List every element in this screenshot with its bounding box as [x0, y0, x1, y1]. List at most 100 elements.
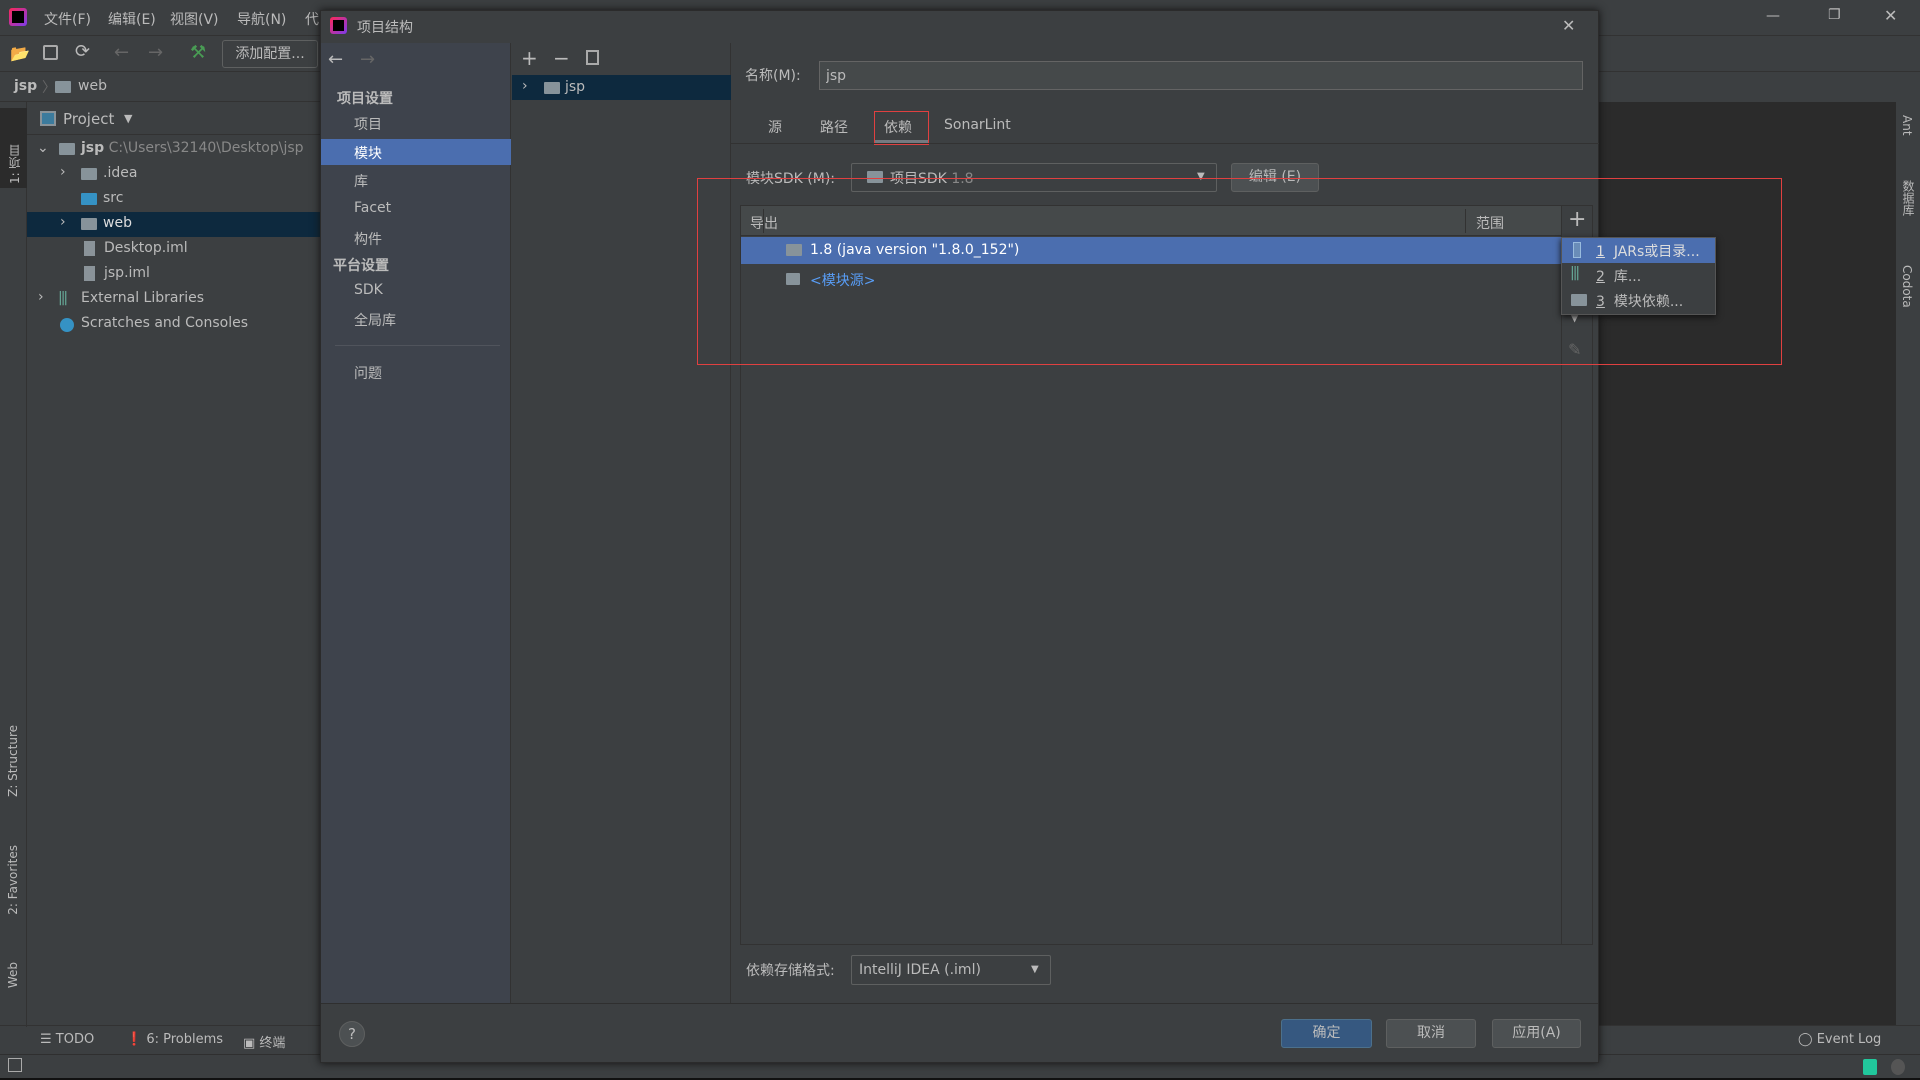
menu-edit[interactable]: 编辑(E)	[108, 9, 156, 29]
todo-label: TODO	[55, 1032, 95, 1047]
tool-web[interactable]: Web	[6, 962, 20, 988]
open-icon[interactable]: 📂	[10, 44, 30, 63]
web-folder-icon	[81, 218, 97, 230]
restore-icon[interactable]: ❐	[1828, 7, 1841, 23]
intellij-logo-icon	[9, 8, 27, 26]
notification-icon[interactable]	[1891, 1059, 1905, 1075]
nav-item-problems[interactable]: 问题	[354, 363, 382, 383]
project-view-icon	[40, 111, 56, 126]
dialog-nav-panel	[321, 43, 511, 1003]
intellij-logo-icon	[330, 17, 347, 34]
expand-chevron-icon[interactable]: ›	[522, 78, 528, 94]
nav-back-icon[interactable]: ←	[328, 49, 343, 70]
tool-structure[interactable]: Z: Structure	[6, 725, 20, 797]
module-label: jsp	[565, 79, 586, 95]
footer-divider	[321, 1003, 1598, 1004]
highlight-box	[697, 178, 1782, 365]
tab-sonarlint[interactable]: SonarLint	[944, 117, 1011, 133]
expand-chevron-icon[interactable]: ⌄	[37, 140, 49, 156]
help-button[interactable]: ?	[339, 1021, 365, 1047]
breadcrumb-jsp[interactable]: jsp	[14, 78, 37, 94]
nav-item-global-libraries[interactable]: 全局库	[354, 310, 396, 330]
dialog-title: 项目结构	[357, 20, 413, 36]
libraries-icon: |||	[58, 290, 68, 306]
tree-item-external-libraries[interactable]: External Libraries	[81, 290, 204, 306]
add-configuration-button[interactable]: 添加配置...	[222, 40, 318, 68]
dialog-close-icon[interactable]: ✕	[1562, 16, 1575, 35]
tree-label: jsp	[81, 140, 105, 156]
back-icon[interactable]: ←	[114, 42, 129, 63]
right-tool-stripe	[1896, 102, 1920, 1025]
expand-chevron-icon[interactable]: ›	[38, 289, 44, 305]
expand-chevron-icon[interactable]: ›	[60, 164, 66, 180]
problems-label: 6: Problems	[146, 1032, 224, 1047]
menu-navigate[interactable]: 导航(N)	[237, 9, 286, 29]
tool-favorites[interactable]: 2: Favorites	[6, 845, 20, 915]
add-module-icon[interactable]: +	[521, 46, 538, 70]
save-icon[interactable]	[43, 45, 58, 60]
nav-item-facets[interactable]: Facet	[354, 200, 391, 216]
minimize-icon[interactable]: —	[1766, 8, 1780, 24]
module-name-input[interactable]	[819, 61, 1583, 90]
storage-value: IntelliJ IDEA (.iml)	[859, 962, 981, 978]
folder-icon	[81, 168, 97, 180]
terminal-status-icon[interactable]	[1863, 1059, 1877, 1075]
tree-item-src[interactable]: src	[103, 190, 123, 206]
expand-chevron-icon[interactable]: ›	[60, 214, 66, 230]
tab-highlight-box	[874, 111, 929, 145]
ok-button[interactable]: 确定	[1281, 1019, 1372, 1048]
tree-item-web[interactable]: web	[103, 215, 132, 231]
nav-item-artifacts[interactable]: 构件	[354, 229, 382, 249]
terminal-label: 终端	[259, 1036, 286, 1051]
window-close-icon[interactable]: ✕	[1884, 6, 1897, 25]
tree-item-scratches[interactable]: Scratches and Consoles	[81, 315, 248, 331]
tool-problems[interactable]: ❗ 6: Problems	[126, 1032, 223, 1047]
tool-todo[interactable]: ☰ TODO	[40, 1032, 94, 1047]
tool-project[interactable]: 1: 项目	[0, 108, 27, 188]
tree-item-idea[interactable]: .idea	[103, 165, 137, 181]
tool-event-log[interactable]: ◯ Event Log	[1798, 1032, 1881, 1047]
menu-code[interactable]: 代	[305, 9, 319, 29]
nav-forward-icon[interactable]: →	[360, 49, 375, 70]
menu-file[interactable]: 文件(F)	[44, 9, 91, 29]
menu-view[interactable]: 视图(V)	[170, 9, 219, 29]
module-folder-icon	[544, 82, 560, 94]
name-label: 名称(M):	[745, 68, 801, 84]
source-folder-icon	[81, 193, 97, 205]
tree-item-desktop-iml[interactable]: Desktop.iml	[104, 240, 188, 256]
storage-format-dropdown[interactable]: IntelliJ IDEA (.iml)	[851, 955, 1051, 985]
cancel-button[interactable]: 取消	[1386, 1019, 1476, 1048]
status-panel-icon[interactable]	[8, 1058, 22, 1072]
nav-item-modules[interactable]: 模块	[354, 143, 382, 163]
iml-file-icon	[84, 266, 95, 281]
tool-codota[interactable]: Codota	[1900, 265, 1914, 308]
tool-terminal[interactable]: ▣ 终端	[243, 1032, 285, 1051]
copy-module-icon[interactable]	[586, 50, 599, 65]
project-panel-title[interactable]: Project	[63, 110, 114, 128]
tool-ant[interactable]: Ant	[1900, 115, 1914, 136]
remove-module-icon[interactable]: −	[553, 46, 570, 70]
tabs-divider	[731, 143, 1599, 144]
tree-item-jsp[interactable]: jsp C:\Users\32140\Desktop\jsp	[81, 140, 304, 156]
heading-platform-settings: 平台设置	[333, 258, 389, 274]
tool-database[interactable]: 数据库	[1900, 180, 1917, 216]
nav-selected-bg	[321, 139, 511, 165]
breadcrumb-separator: 〉	[42, 80, 56, 96]
nav-item-project[interactable]: 项目	[354, 114, 382, 134]
event-log-label: Event Log	[1816, 1032, 1882, 1047]
tab-paths[interactable]: 路径	[820, 117, 848, 137]
scratches-icon	[60, 318, 74, 332]
forward-icon[interactable]: →	[148, 42, 163, 63]
chevron-down-icon: ▼	[1031, 964, 1039, 975]
tab-sources[interactable]: 源	[768, 117, 782, 137]
nav-item-libraries[interactable]: 库	[354, 171, 368, 191]
chevron-down-icon[interactable]: ▼	[124, 112, 132, 125]
build-hammer-icon[interactable]: ⚒	[190, 42, 206, 63]
nav-item-sdk[interactable]: SDK	[354, 282, 383, 298]
breadcrumb-web[interactable]: web	[78, 78, 107, 94]
storage-format-label: 依赖存储格式:	[746, 963, 835, 979]
tree-item-jsp-iml[interactable]: jsp.iml	[104, 265, 150, 281]
web-folder-icon	[55, 81, 71, 93]
sync-icon[interactable]: ⟳	[75, 41, 90, 62]
apply-button[interactable]: 应用(A)	[1492, 1019, 1581, 1048]
